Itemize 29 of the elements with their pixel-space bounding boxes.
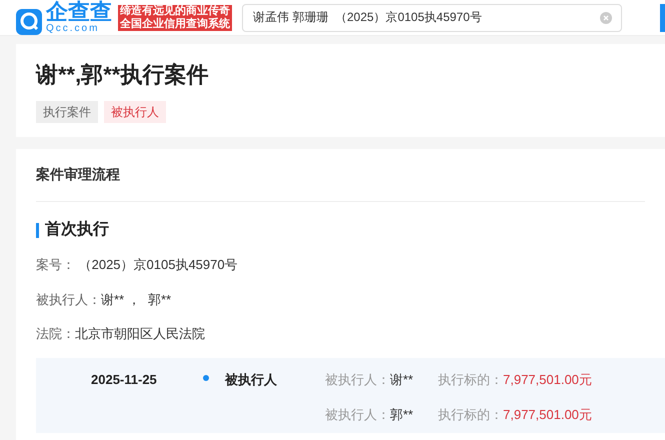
case-tag: 执行案件 — [36, 101, 98, 123]
slogan-text: 全国企业信用查询系统 — [120, 18, 230, 30]
case-title: 谢**,郭**执行案件 — [36, 61, 210, 89]
slogan-text: 缔造有远见的商业传奇 — [120, 4, 230, 18]
field-label: 被执行人： — [36, 290, 101, 308]
field-label: 案号： — [36, 256, 75, 274]
person-name: 谢** — [390, 370, 414, 388]
timeline-role: 被执行人 — [225, 370, 278, 388]
section-title: 案件审理流程 — [36, 166, 120, 182]
logo-domain: Qcc.com — [46, 22, 100, 34]
case-tag: 被执行人 — [104, 101, 166, 123]
person-label: 被执行人： — [325, 370, 390, 388]
stage-title: 首次执行 — [45, 220, 109, 240]
search-field[interactable]: 谢孟伟 郭珊珊 （2025）京0105执45970号 — [242, 4, 622, 32]
search-button[interactable] — [660, 4, 665, 32]
amount-value: 7,977,501.00元 — [503, 370, 592, 388]
field-value: 北京市朝阳区人民法院 — [75, 325, 205, 343]
person-name: 郭** — [390, 406, 414, 424]
amount-value: 7,977,501.00元 — [503, 406, 592, 424]
clear-icon[interactable] — [600, 12, 612, 24]
logo-text: 企查查 — [46, 0, 112, 22]
amount-label: 执行标的： — [438, 370, 503, 388]
amount-label: 执行标的： — [438, 406, 503, 424]
accent-bar — [36, 222, 39, 238]
person-label: 被执行人： — [325, 406, 390, 424]
field-label: 法院： — [36, 325, 75, 343]
timeline-date: 2025-11-25 — [91, 370, 158, 388]
field-value: （2025）京0105执45970号 — [78, 256, 238, 274]
field-value: 谢** ， 郭** — [101, 290, 172, 308]
